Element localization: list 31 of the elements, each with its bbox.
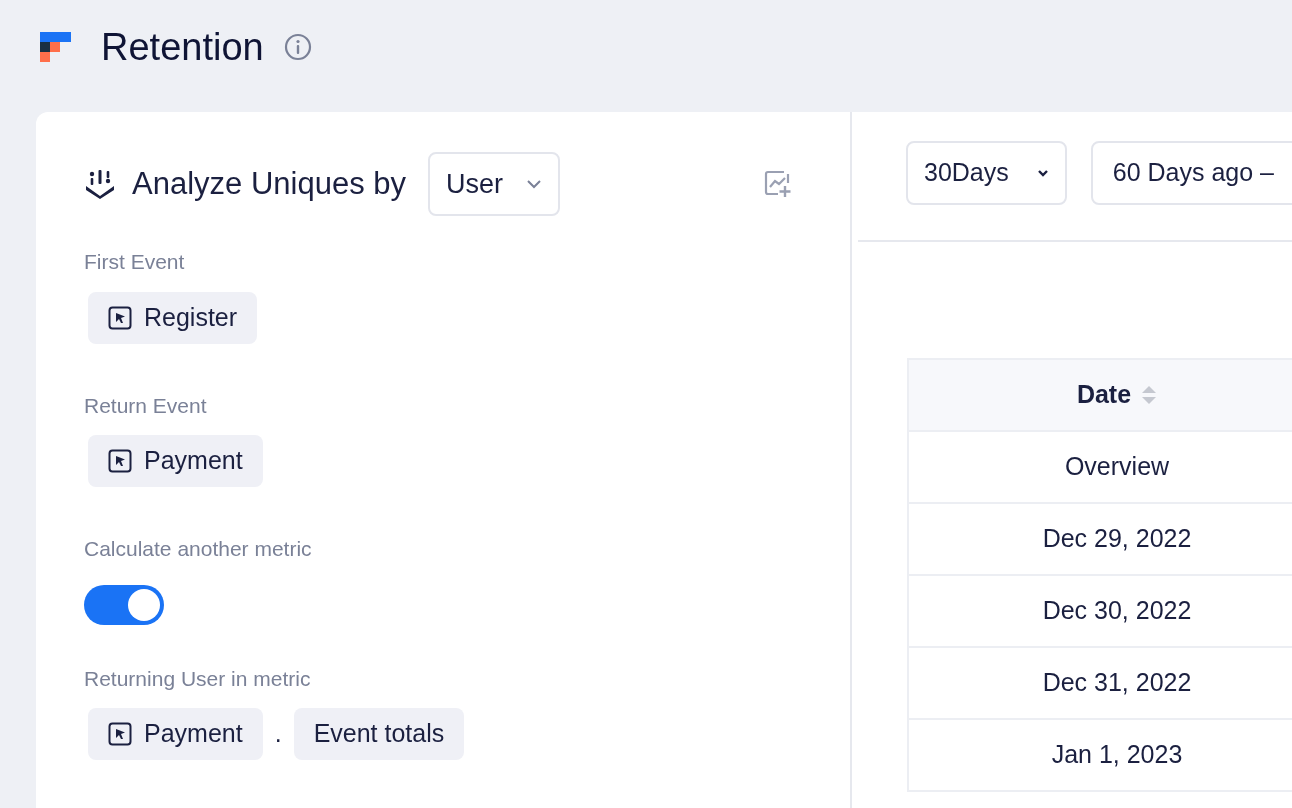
event-chip[interactable]: Payment: [88, 435, 263, 487]
unit-dropdown[interactable]: User: [428, 152, 560, 216]
table-cell: Dec 31, 2022: [908, 647, 1292, 719]
caret-down-icon: [1036, 169, 1049, 177]
cursor-icon: [108, 449, 132, 473]
date-range-dropdown[interactable]: 30Days: [906, 141, 1067, 205]
field-label: Calculate another metric: [84, 536, 313, 562]
field-label: Returning User in metric: [84, 665, 312, 692]
add-chart-icon[interactable]: [764, 170, 792, 198]
toggle-knob: [128, 588, 160, 621]
table-cell: Dec 29, 2022: [908, 503, 1292, 575]
table-cell: Jan 1, 2023: [908, 719, 1292, 791]
field-label: Return Event: [84, 392, 208, 419]
chevron-down-icon: [526, 179, 542, 189]
event-chip[interactable]: Payment: [88, 708, 263, 760]
table-cell: Dec 30, 2022: [908, 575, 1292, 647]
cursor-icon: [108, 722, 132, 746]
table-cell: Overview: [908, 431, 1292, 503]
logo-icon: [40, 32, 71, 62]
column-header[interactable]: Date: [908, 359, 1292, 431]
event-chip[interactable]: Register: [88, 291, 258, 344]
toggle-switch[interactable]: [84, 584, 164, 625]
info-icon[interactable]: [283, 33, 312, 61]
column-title: Date: [1076, 379, 1132, 411]
event-chip[interactable]: Event totals: [293, 708, 465, 760]
page-title: Retention: [101, 24, 264, 70]
cursor-icon: [108, 305, 132, 330]
field-label: First Event: [84, 249, 186, 275]
analyze-label: Analyze Uniques by: [132, 164, 406, 203]
separator: .: [274, 718, 282, 750]
date-range-dropdown[interactable]: 60 Days ago –: [1090, 141, 1292, 205]
